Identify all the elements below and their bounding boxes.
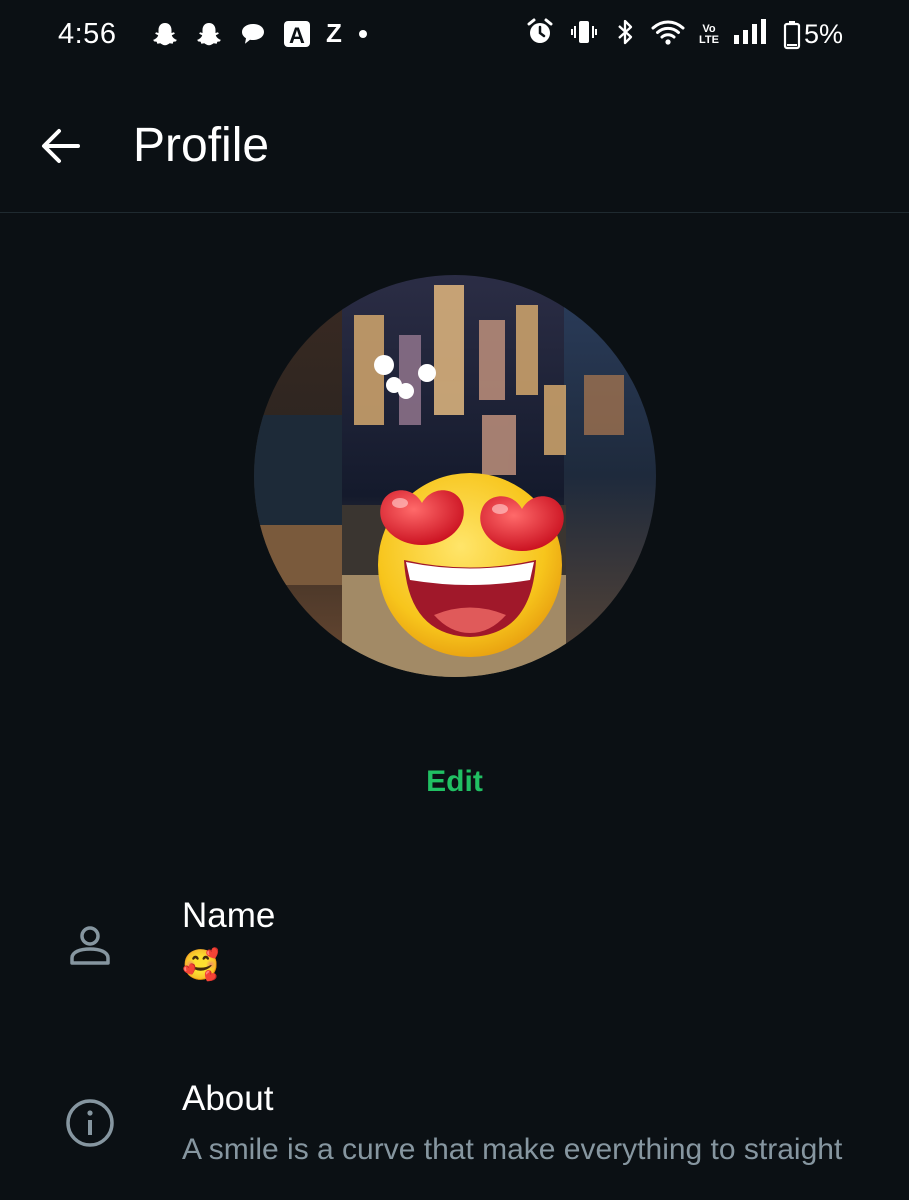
- page-title: Profile: [133, 119, 270, 172]
- volte-bottom-label: LTE: [698, 33, 719, 46]
- name-row[interactable]: Name 🥰: [0, 880, 909, 1000]
- snapchat-icon: [150, 19, 180, 49]
- chat-bubble-icon: [238, 19, 268, 49]
- status-bar: 4:56 A Z Vo LTE 5%: [0, 0, 909, 72]
- about-label: About: [182, 1079, 274, 1118]
- about-value: A smile is a curve that make everything …: [182, 1133, 843, 1166]
- profile-photo[interactable]: [254, 275, 656, 677]
- edit-photo-button[interactable]: Edit: [0, 765, 909, 799]
- person-icon: [62, 918, 118, 974]
- signal-icon: [733, 18, 769, 51]
- wifi-icon: [651, 17, 685, 52]
- z-app-icon: Z: [326, 18, 342, 48]
- name-value: 🥰: [182, 949, 220, 982]
- about-row[interactable]: About A smile is a curve that make every…: [0, 1065, 909, 1200]
- volte-icon: Vo LTE: [698, 22, 719, 46]
- top-app-bar: Profile: [0, 72, 909, 213]
- battery-icon: 5%: [783, 19, 843, 50]
- snapchat-icon: [194, 19, 224, 49]
- a-app-icon: A: [282, 19, 312, 49]
- name-label: Name: [182, 896, 276, 935]
- system-icons: Vo LTE 5%: [525, 17, 843, 52]
- vibrate-icon: [569, 17, 599, 52]
- a-app-label: A: [289, 23, 305, 48]
- back-arrow-icon[interactable]: [38, 123, 84, 169]
- battery-percent: 5%: [803, 19, 843, 49]
- bluetooth-icon: [613, 17, 637, 52]
- info-icon: [62, 1095, 118, 1151]
- status-time: 4:56: [58, 18, 117, 50]
- volte-top-label: Vo: [702, 22, 716, 35]
- notification-icons: A Z: [150, 18, 370, 49]
- dot-icon: [356, 27, 370, 41]
- alarm-icon: [525, 17, 555, 52]
